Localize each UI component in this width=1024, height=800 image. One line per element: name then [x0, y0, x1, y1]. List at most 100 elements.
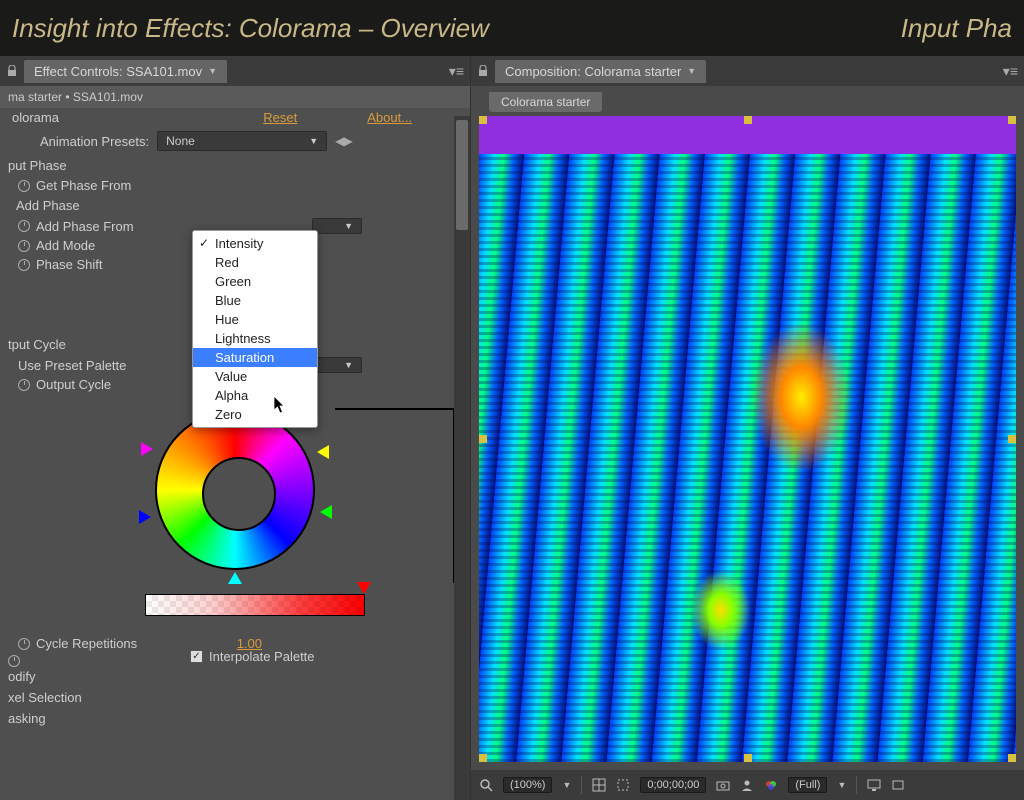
- wheel-marker-cyan[interactable]: [228, 572, 242, 584]
- dropdown-option-saturation[interactable]: Saturation: [193, 348, 317, 367]
- effect-controls-tab[interactable]: Effect Controls: SSA101.mov ▼: [24, 60, 227, 83]
- scrollbar-vertical[interactable]: [454, 116, 470, 800]
- presets-label: Animation Presets:: [40, 134, 149, 149]
- wheel-marker-magenta[interactable]: [141, 442, 153, 456]
- chevron-down-icon: ▼: [208, 66, 217, 76]
- get-phase-from-label: Get Phase From: [36, 178, 131, 193]
- gradient-marker[interactable]: [357, 582, 371, 594]
- dropdown-option-red[interactable]: Red: [193, 253, 317, 272]
- effect-controls-tab-label: Effect Controls: SSA101.mov: [34, 64, 202, 79]
- comp-name-tab[interactable]: Colorama starter: [489, 92, 602, 112]
- modify-section[interactable]: odify: [0, 666, 470, 687]
- add-phase-label: Add Phase: [0, 195, 470, 216]
- stopwatch-icon[interactable]: [18, 240, 30, 252]
- reset-button[interactable]: Reset: [263, 110, 297, 125]
- use-preset-palette-label: Use Preset Palette: [18, 358, 126, 373]
- view-icon[interactable]: [891, 778, 905, 792]
- get-phase-from-dropdown-popup: IntensityRedGreenBlueHueLightnessSaturat…: [192, 230, 318, 428]
- phase-shift-label: Phase Shift: [36, 257, 103, 272]
- dropdown-option-green[interactable]: Green: [193, 272, 317, 291]
- composition-tab[interactable]: Composition: Colorama starter ▼: [495, 60, 706, 83]
- dropdown-option-zero[interactable]: Zero: [193, 405, 317, 424]
- effect-controls-panel: Effect Controls: SSA101.mov ▼ ▾≡ ma star…: [0, 56, 470, 800]
- presets-nav-arrows[interactable]: ◀ ▶: [335, 134, 351, 148]
- person-icon[interactable]: [740, 778, 754, 792]
- composition-header: Composition: Colorama starter ▼ ▾≡: [471, 56, 1024, 86]
- title-bar: Insight into Effects: Colorama – Overvie…: [0, 0, 1024, 56]
- add-phase-from-dropdown[interactable]: ▼: [312, 218, 362, 234]
- input-phase-section[interactable]: put Phase: [0, 155, 470, 176]
- stopwatch-icon[interactable]: [18, 259, 30, 271]
- selection-handle[interactable]: [479, 116, 487, 124]
- output-cycle-label: Output Cycle: [36, 377, 111, 392]
- dropdown-option-alpha[interactable]: Alpha: [193, 386, 317, 405]
- effect-title-row: olorama Reset About...: [0, 108, 470, 127]
- pixel-selection-section[interactable]: xel Selection: [0, 687, 470, 708]
- preset-palette-dropdown[interactable]: ▼: [312, 357, 362, 373]
- lock-icon[interactable]: [6, 65, 18, 77]
- panel-menu-icon[interactable]: ▾≡: [1003, 63, 1018, 80]
- stopwatch-icon[interactable]: [18, 379, 30, 391]
- rgb-icon[interactable]: [764, 778, 778, 792]
- footage-terrain: [479, 154, 1016, 762]
- dropdown-option-value[interactable]: Value: [193, 367, 317, 386]
- stopwatch-icon[interactable]: [8, 655, 20, 667]
- effect-controls-header: Effect Controls: SSA101.mov ▼ ▾≡: [0, 56, 470, 86]
- get-phase-from-row: Get Phase From: [0, 176, 470, 195]
- dropdown-option-intensity[interactable]: Intensity: [193, 234, 317, 253]
- selection-handle[interactable]: [1008, 116, 1016, 124]
- selection-handle[interactable]: [1008, 754, 1016, 762]
- lock-icon[interactable]: [477, 65, 489, 77]
- selection-handle[interactable]: [744, 754, 752, 762]
- stopwatch-icon[interactable]: [18, 638, 30, 650]
- checkerboard-pattern: [146, 595, 364, 615]
- grid-icon[interactable]: [592, 778, 606, 792]
- interpolate-checkbox[interactable]: ✓: [190, 650, 203, 663]
- stopwatch-icon[interactable]: [18, 180, 30, 192]
- composition-body: Colorama starter: [471, 86, 1024, 770]
- wheel-marker-yellow[interactable]: [317, 445, 329, 459]
- snapshot-icon[interactable]: [716, 778, 730, 792]
- animation-presets-dropdown[interactable]: None ▼: [157, 131, 327, 151]
- gradient-bar[interactable]: [145, 594, 365, 616]
- zoom-dropdown[interactable]: (100%): [503, 777, 552, 793]
- composition-viewer[interactable]: [479, 116, 1016, 762]
- timecode-field[interactable]: 0;00;00;00: [640, 777, 706, 793]
- selection-handle[interactable]: [479, 754, 487, 762]
- dropdown-option-lightness[interactable]: Lightness: [193, 329, 317, 348]
- scroll-thumb[interactable]: [456, 120, 468, 230]
- masking-section[interactable]: asking: [0, 708, 470, 729]
- wheel-connector-line: [335, 408, 455, 583]
- footage-preview: [479, 116, 1016, 762]
- resolution-dropdown[interactable]: (Full): [788, 777, 827, 793]
- composition-tab-label: Composition: Colorama starter: [505, 64, 681, 79]
- effect-name[interactable]: olorama: [8, 110, 59, 125]
- chevron-down-icon: ▼: [309, 136, 318, 146]
- composition-footer: (100%) ▼ 0;00;00;00 (Full) ▼: [471, 770, 1024, 800]
- magnify-icon[interactable]: [479, 778, 493, 792]
- selection-handle[interactable]: [1008, 435, 1016, 443]
- wheel-marker-green[interactable]: [320, 505, 332, 519]
- panel-menu-icon[interactable]: ▾≡: [449, 63, 464, 80]
- add-mode-label: Add Mode: [36, 238, 95, 253]
- composition-panel: Composition: Colorama starter ▼ ▾≡ Color…: [470, 56, 1024, 800]
- chevron-down-icon: ▼: [687, 66, 696, 76]
- dropdown-option-hue[interactable]: Hue: [193, 310, 317, 329]
- output-cycle-wheel[interactable]: [125, 400, 345, 630]
- about-button[interactable]: About...: [367, 110, 412, 125]
- panels-container: Effect Controls: SSA101.mov ▼ ▾≡ ma star…: [0, 56, 1024, 800]
- color-wheel-ring[interactable]: [155, 410, 315, 570]
- dropdown-option-blue[interactable]: Blue: [193, 291, 317, 310]
- chevron-down-icon: ▼: [837, 780, 846, 790]
- wheel-marker-blue[interactable]: [139, 510, 151, 524]
- stopwatch-icon[interactable]: [18, 220, 30, 232]
- monitor-icon[interactable]: [867, 778, 881, 792]
- interpolate-palette-row: ✓ Interpolate Palette: [0, 647, 470, 666]
- interpolate-label: Interpolate Palette: [209, 649, 315, 664]
- effect-subheader: ma starter • SSA101.mov: [0, 86, 470, 108]
- title-text: Insight into Effects: Colorama – Overvie…: [12, 13, 489, 44]
- selection-handle[interactable]: [479, 435, 487, 443]
- title-right: Input Pha: [901, 13, 1012, 44]
- mask-icon[interactable]: [616, 778, 630, 792]
- selection-handle[interactable]: [744, 116, 752, 124]
